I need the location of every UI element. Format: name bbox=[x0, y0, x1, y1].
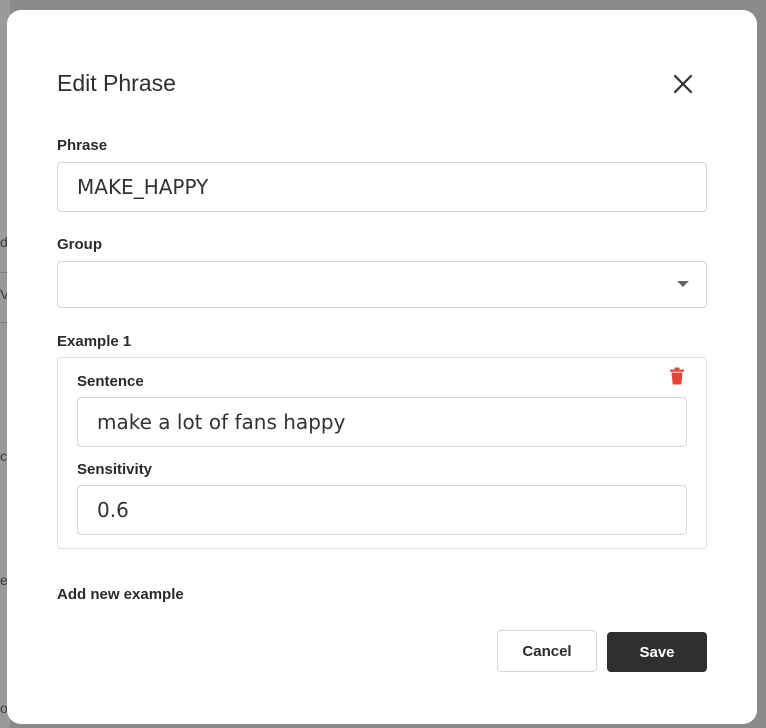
close-icon bbox=[673, 74, 693, 94]
sentence-input[interactable]: make a lot of fans happy bbox=[77, 397, 687, 447]
cancel-button[interactable]: Cancel bbox=[497, 630, 597, 672]
example-card: Sentence make a lot of fans happy Sensit… bbox=[57, 357, 707, 549]
caret-down-icon bbox=[677, 281, 689, 287]
add-new-example-link[interactable]: Add new example bbox=[57, 586, 184, 603]
group-select[interactable] bbox=[57, 261, 707, 308]
delete-example-button[interactable] bbox=[669, 367, 685, 385]
sensitivity-input[interactable]: 0.6 bbox=[77, 485, 687, 535]
save-button[interactable]: Save bbox=[607, 632, 707, 672]
sensitivity-label: Sensitivity bbox=[77, 461, 153, 478]
group-label: Group bbox=[57, 236, 102, 253]
close-button[interactable] bbox=[670, 71, 696, 97]
phrase-input-value: MAKE_HAPPY bbox=[77, 175, 209, 199]
phrase-label: Phrase bbox=[57, 137, 108, 154]
sentence-label: Sentence bbox=[77, 373, 144, 390]
phrase-input[interactable]: MAKE_HAPPY bbox=[57, 162, 707, 212]
trash-icon bbox=[670, 367, 684, 385]
sensitivity-input-value: 0.6 bbox=[97, 498, 129, 522]
dialog-title: Edit Phrase bbox=[57, 70, 176, 96]
example-1-label: Example 1 bbox=[57, 333, 132, 350]
sentence-input-value: make a lot of fans happy bbox=[97, 410, 346, 434]
edit-phrase-dialog: Edit Phrase Phrase MAKE_HAPPY Group Exam… bbox=[7, 10, 757, 724]
